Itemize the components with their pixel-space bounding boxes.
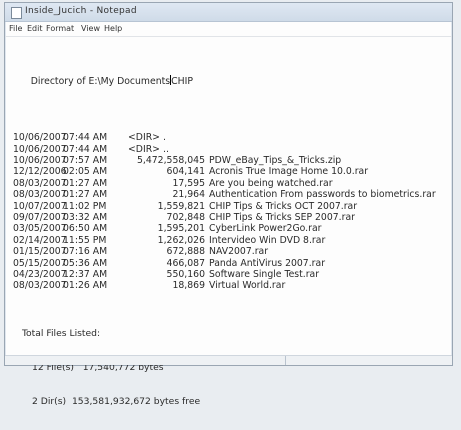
- row-name: ..: [163, 143, 169, 155]
- notepad-window: Inside_Jucich - Notepad File Edit Format…: [4, 2, 453, 407]
- listing-row: 10/06/2007 07:44 AM <DIR>..: [13, 144, 442, 155]
- row-date: 10/06/2007: [13, 132, 67, 144]
- row-size: 702,848: [166, 211, 205, 223]
- title-bar[interactable]: Inside_Jucich - Notepad: [5, 3, 452, 22]
- row-name: Software Single Test.rar: [209, 268, 320, 280]
- row-name: Panda AntiVirus 2007.rar: [209, 257, 326, 269]
- row-time: 07:57 AM: [63, 155, 108, 166]
- listing-row: 10/07/2007 11:02 PM 1,559,821 CHIP Tips & T…: [13, 201, 442, 212]
- listing-row: 09/07/2007 03:32 AM 702,848 CHIP Tips & Tri…: [13, 212, 442, 223]
- row-time: 02:05 AM: [63, 166, 108, 178]
- listing-row: 04/23/2007 12:37 AM 550,160 Software Single…: [13, 269, 442, 280]
- row-date: 10/07/2007: [13, 200, 67, 212]
- row-size: 466,087: [166, 257, 205, 269]
- row-dir-marker: <DIR>: [128, 143, 160, 155]
- row-time: 05:36 AM: [63, 257, 108, 269]
- row-size: 1,595,201: [157, 223, 205, 235]
- row-name: PDW_eBay_Tips_&_Tricks.zip: [209, 155, 342, 166]
- summary-heading: Total Files Listed:: [22, 327, 101, 339]
- summary-block: Total Files Listed: 12 File(s) 17,540,77…: [22, 305, 200, 430]
- row-date: 08/03/2007: [13, 280, 67, 292]
- row-time: 01:27 AM: [63, 177, 108, 189]
- menu-format[interactable]: Format: [46, 24, 74, 33]
- row-time: 01:27 AM: [63, 189, 108, 201]
- dirs-total: 2 Dir(s) 153,581,932,672 bytes free: [32, 396, 201, 408]
- row-time: 07:44 AM: [63, 143, 108, 155]
- row-date: 10/06/2007: [13, 143, 67, 155]
- row-date: 05/15/2007: [13, 257, 67, 269]
- row-date: 12/12/2006: [13, 166, 67, 178]
- row-time: 11:55 PM: [63, 234, 107, 246]
- row-size: 21,964: [172, 189, 205, 201]
- row-date: 02/14/2007: [13, 234, 67, 246]
- listing-row: 03/05/2007 06:50 AM 1,595,201 CyberLink Pow…: [13, 223, 442, 234]
- directory-prefix: Directory of E:\My Documents: [30, 76, 171, 88]
- row-size: 18,869: [172, 280, 205, 292]
- notepad-icon: [11, 7, 22, 19]
- listing-row: 08/03/2007 01:26 AM 18,869 Virtual World.ra…: [13, 280, 442, 291]
- listing-row: 10/06/2007 07:44 AM <DIR>.: [13, 132, 442, 143]
- row-date: 08/03/2007: [13, 177, 67, 189]
- row-size: 1,262,026: [157, 234, 205, 246]
- row-size: 5,472,558,045: [136, 155, 205, 166]
- row-dir-marker: <DIR>: [128, 132, 160, 144]
- row-time: 07:16 AM: [63, 246, 108, 258]
- menu-edit[interactable]: Edit: [27, 24, 43, 33]
- row-name: Acronis True Image Home 10.0.rar: [209, 166, 369, 178]
- row-name: CHIP Tips & Tricks SEP 2007.rar: [209, 211, 355, 223]
- listing-row: 08/03/2007 01:27 AM 17,595 Are you being wa…: [13, 178, 442, 189]
- row-time: 07:44 AM: [63, 132, 108, 144]
- row-time: 06:50 AM: [63, 223, 108, 235]
- listing-row: 10/06/2007 07:57 AM 5,472,558,045 PDW_eBay_…: [13, 155, 442, 166]
- row-name: CHIP Tips & Tricks OCT 2007.rar: [209, 200, 358, 212]
- scrollbar-divider: [285, 356, 286, 365]
- row-date: 01/15/2007: [13, 246, 67, 258]
- menu-help[interactable]: Help: [104, 24, 122, 33]
- row-date: 03/05/2007: [13, 223, 67, 235]
- horizontal-scrollbar[interactable]: [5, 355, 452, 365]
- row-size: 1,559,821: [157, 200, 205, 212]
- listing-row: 05/15/2007 05:36 AM 466,087 Panda AntiVirus…: [13, 258, 442, 269]
- listing-row: 01/15/2007 07:16 AM 672,888 NAV2007.rar: [13, 246, 442, 257]
- listing-rows: 10/06/2007 07:44 AM <DIR>. 10/06/2007 07:44 …: [13, 132, 442, 291]
- row-name: Are you being watched.rar: [209, 177, 333, 189]
- row-date: 08/03/2007: [13, 189, 67, 201]
- row-time: 03:32 AM: [63, 211, 108, 223]
- row-name: .: [163, 132, 166, 144]
- listing-row: 08/03/2007 01:27 AM 21,964 Authentication F…: [13, 189, 442, 200]
- row-name: CyberLink Power2Go.rar: [209, 223, 322, 235]
- listing-row: 12/12/2006 02:05 AM 604,141 Acronis True Im…: [13, 166, 442, 177]
- row-date: 04/23/2007: [13, 268, 67, 280]
- listing-row: 02/14/2007 11:55 PM 1,262,026 Intervideo Wi…: [13, 235, 442, 246]
- menu-file[interactable]: File: [9, 24, 22, 33]
- row-time: 12:37 AM: [63, 268, 108, 280]
- row-time: 11:02 PM: [63, 200, 107, 212]
- row-size: 17,595: [172, 177, 205, 189]
- directory-line: Directory of E:\My DocumentsCHIP: [13, 64, 442, 87]
- row-name: Intervideo Win DVD 8.rar: [209, 234, 326, 246]
- row-name: NAV2007.rar: [209, 246, 269, 258]
- row-date: 10/06/2007: [13, 155, 67, 166]
- row-size: 604,141: [166, 166, 205, 178]
- menu-view[interactable]: View: [81, 24, 100, 33]
- row-time: 01:26 AM: [63, 280, 108, 292]
- menu-bar: File Edit Format View Help: [5, 22, 452, 37]
- window-title: Inside_Jucich - Notepad: [25, 6, 137, 16]
- directory-suffix: CHIP: [171, 76, 193, 88]
- row-name: Virtual World.rar: [209, 280, 286, 292]
- row-date: 09/07/2007: [13, 211, 67, 223]
- row-size: 550,160: [166, 268, 205, 280]
- row-size: 672,888: [166, 246, 205, 258]
- row-name: Authentication From passwords to biometr…: [209, 189, 436, 201]
